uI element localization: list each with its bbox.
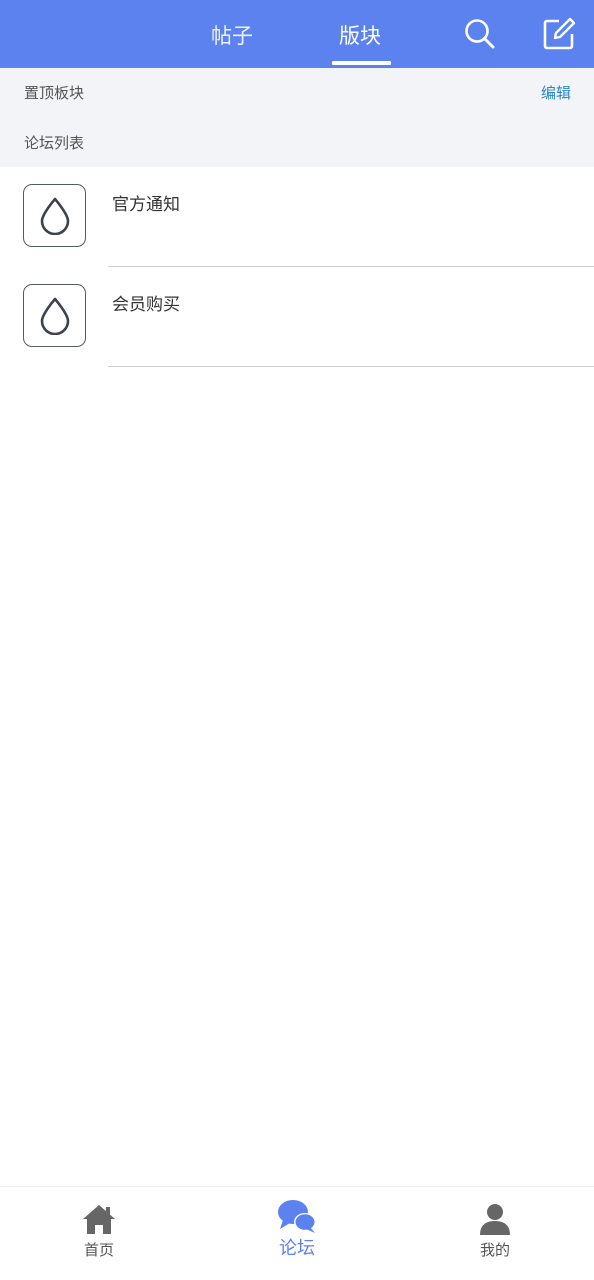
forum-icon (23, 284, 86, 347)
divider (108, 366, 594, 367)
compose-icon (543, 17, 576, 50)
edit-button[interactable]: 编辑 (541, 82, 571, 103)
nav-forum[interactable]: 论坛 (198, 1187, 396, 1280)
forum-list-header: 论坛列表 (0, 118, 594, 167)
forum-item-official-notice[interactable]: 官方通知 (0, 167, 594, 267)
tab-sections[interactable]: 版块 (328, 20, 392, 52)
chat-bubbles-icon (278, 1200, 316, 1233)
pinned-sections-label: 置顶板块 (24, 84, 85, 102)
nav-mine[interactable]: 我的 (396, 1187, 594, 1280)
pinned-sections-header: 置顶板块 编辑 (0, 68, 594, 118)
forum-item-membership-purchase[interactable]: 会员购买 (0, 267, 594, 367)
forum-icon (23, 184, 86, 247)
water-drop-icon (40, 197, 70, 235)
nav-home[interactable]: 首页 (0, 1187, 198, 1280)
forum-sections-screen: 帖子 版块 置顶板块 编辑 论坛列表 官方通知 会员购买 首页 论坛 我的 (0, 0, 594, 1280)
forum-list-label: 论坛列表 (24, 134, 85, 152)
top-header: 帖子 版块 (0, 0, 594, 68)
nav-home-label: 首页 (83, 1241, 114, 1259)
search-button[interactable] (462, 16, 498, 52)
bottom-navigation: 首页 论坛 我的 (0, 1186, 594, 1280)
forum-name: 会员购买 (112, 295, 180, 315)
active-tab-indicator (332, 61, 391, 65)
forum-name: 官方通知 (112, 195, 180, 215)
user-icon (480, 1204, 510, 1235)
home-icon (83, 1205, 115, 1234)
nav-forum-label: 论坛 (279, 1238, 315, 1259)
tab-posts[interactable]: 帖子 (200, 20, 264, 52)
water-drop-icon (40, 297, 70, 335)
nav-mine-label: 我的 (479, 1241, 510, 1259)
search-icon (465, 19, 495, 49)
compose-button[interactable] (541, 16, 577, 52)
